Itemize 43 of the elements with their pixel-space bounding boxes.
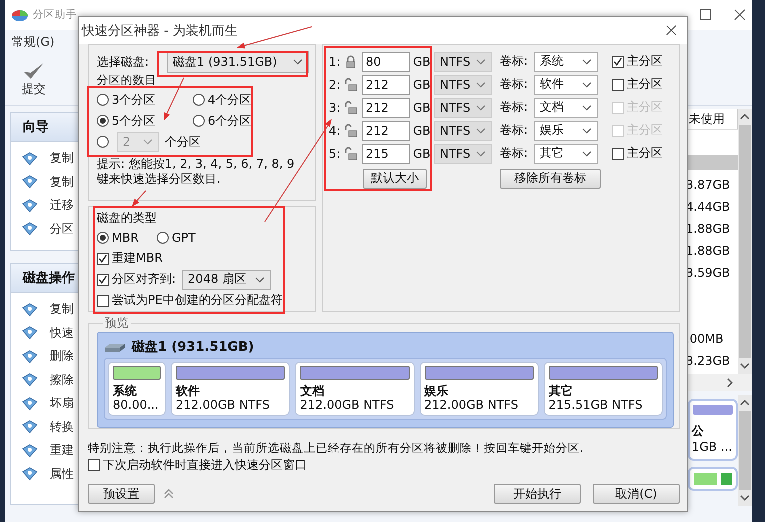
disk-name: 磁盘1 (931.51GB) xyxy=(132,339,254,356)
partition-size: 212.00GB NTFS xyxy=(176,398,271,412)
table-cell-text: 1.88GB xyxy=(685,244,732,258)
unit-label: GB xyxy=(412,124,432,138)
row-number: 5: xyxy=(329,146,342,160)
table-cell-text: 4.44GB xyxy=(685,200,732,214)
partition-name: 其它 xyxy=(548,384,574,398)
table-cell-text: 3.59GB xyxy=(685,266,732,280)
partition-size: 212.00GB NTFS xyxy=(424,398,520,412)
unit-label: GB xyxy=(412,78,432,92)
window-title: 分区助手 xyxy=(33,8,77,22)
partition-name: 软件 xyxy=(176,384,201,398)
partition-name: 娱乐 xyxy=(424,384,450,398)
dialog-title: 快速分区神器 - 为装机而生 xyxy=(82,22,238,40)
partition-size: 80.00... xyxy=(113,398,160,412)
table-cell-text: 3.23GB xyxy=(685,354,732,368)
partition-name: 公 xyxy=(690,423,705,440)
row-number: 1: xyxy=(329,54,342,68)
section-label: 分区的数目 xyxy=(97,74,158,86)
row-number: 3: xyxy=(329,100,342,114)
row-number: 4: xyxy=(329,124,342,138)
hint-text: 提示: 您能按1, 2, 3, 4, 5, 6, 7, 8, 9键来快速选择分区数目. xyxy=(97,157,296,187)
unit-label: GB xyxy=(412,100,432,114)
field-label: 卷标: xyxy=(500,99,530,116)
partition-size: 1GB ... xyxy=(691,440,734,454)
partition-name: 系统 xyxy=(113,384,138,398)
field-label: 卷标: xyxy=(500,76,530,93)
field-label: 卷标: xyxy=(500,145,530,162)
unit-label: GB xyxy=(412,146,432,160)
field-label: 卷标: xyxy=(500,122,530,139)
group-label: 预览 xyxy=(104,315,130,332)
warning-text: 特别注意：执行此操作后，当前所选磁盘上已经存在的所有分区将被删除！按回车键开始分区. xyxy=(88,441,585,456)
partition-name: 文档 xyxy=(300,384,326,398)
table-cell-text: 1.88GB xyxy=(685,222,732,236)
section-label: 磁盘的类型 xyxy=(97,210,158,227)
field-label: 选择磁盘: xyxy=(97,54,150,70)
table-cell-text: .00MB xyxy=(685,332,725,346)
unit-label: GB xyxy=(412,54,432,68)
field-label: 卷标: xyxy=(500,53,530,70)
partition-size: 212.00GB NTFS xyxy=(300,398,396,412)
row-number: 2: xyxy=(329,78,342,92)
table-cell-text: 3.87GB xyxy=(685,178,732,192)
partition-size: 215.51GB NTFS xyxy=(548,398,644,412)
